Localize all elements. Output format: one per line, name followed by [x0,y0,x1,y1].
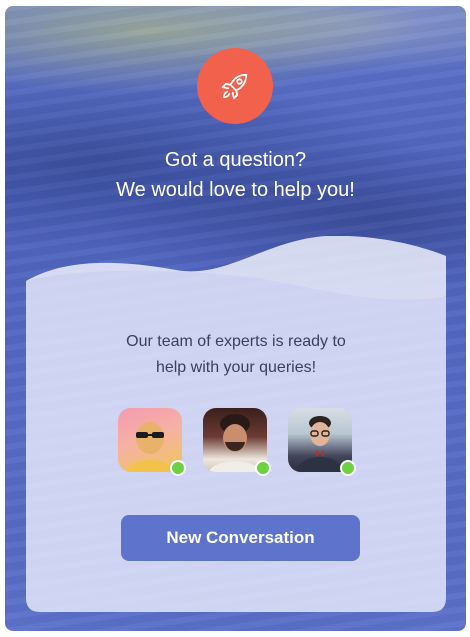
new-conversation-button[interactable]: New Conversation [121,515,360,561]
online-status-dot [255,460,271,476]
rocket-icon [221,73,248,100]
help-card: Our team of experts is ready to help wit… [26,236,446,612]
online-status-dot [340,460,356,476]
online-status-dot [170,460,186,476]
headline-line-1: Got a question? [164,149,307,171]
agent-avatar-3 [288,408,356,476]
chat-widget: Got a question? We would love to help yo… [5,6,466,631]
card-text-line-1: Our team of experts is ready to [126,333,346,350]
headline-line-2: We would love to help you! [116,179,355,201]
agent-avatar-1 [118,408,186,476]
card-text-line-2: help with your queries! [155,359,317,376]
agent-avatar-2 [203,408,271,476]
rocket-badge [197,48,273,124]
